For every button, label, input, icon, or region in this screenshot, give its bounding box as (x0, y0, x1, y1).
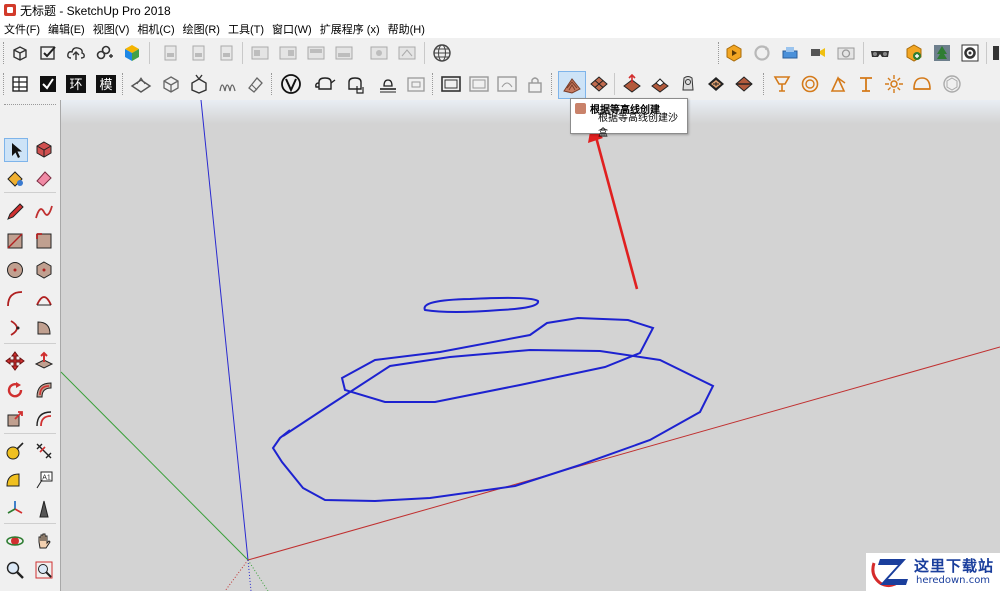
green-axis-neg (247, 559, 269, 591)
red-axis (247, 346, 1000, 561)
watermark-brand: 这里下载站 (914, 557, 995, 575)
watermark-domain: heredown.com (916, 575, 991, 586)
contour-line (340, 316, 655, 403)
sandbox-from-contours-icon (575, 102, 586, 114)
annotation-arrow-line (594, 136, 639, 290)
tooltip-description: 根据等高线创建沙盒 (598, 113, 687, 139)
scene-overlay (60, 99, 1000, 591)
contour-line (271, 348, 715, 503)
green-axis (60, 371, 249, 561)
blue-axis-neg (247, 559, 252, 591)
blue-axis (200, 99, 249, 561)
contour-line (423, 296, 539, 313)
watermark-logo-icon (871, 559, 908, 588)
watermark: 这里下载站 heredown.com (866, 553, 1000, 591)
tooltip: 根据等高线创建 根据等高线创建沙盒 (570, 98, 688, 139)
red-axis-neg (224, 559, 249, 591)
tooltip-description-text: 根据等高线创建沙盒 (598, 113, 678, 139)
